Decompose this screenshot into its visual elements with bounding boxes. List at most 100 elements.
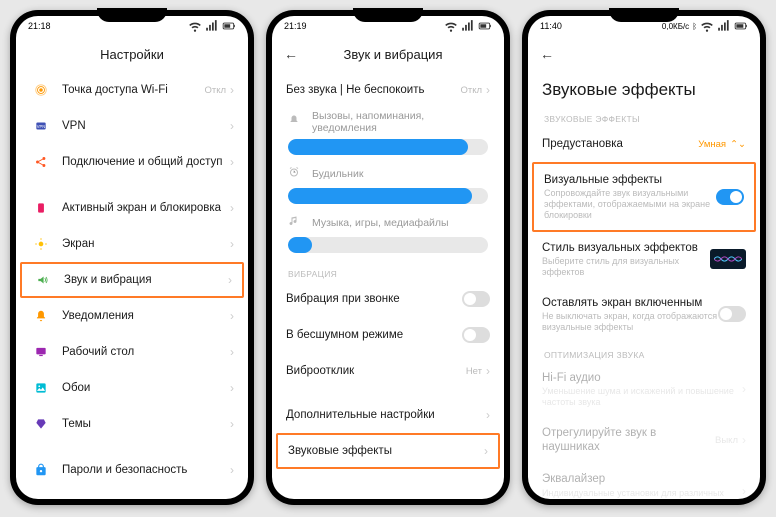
- settings-row-themes[interactable]: Темы ›: [20, 406, 244, 442]
- chevron-icon: ›: [486, 364, 490, 378]
- signal-icon: [461, 19, 475, 33]
- chevron-icon: ›: [230, 309, 234, 323]
- vibration-row[interactable]: ВиброоткликНет ›: [276, 353, 500, 389]
- silent-dnd-label: Без звука | Не беспокоить: [286, 83, 460, 97]
- preset-row[interactable]: ПредустановкаУмная ⌃⌄: [532, 126, 756, 162]
- bell-icon: [288, 113, 304, 131]
- row-label: Стиль визуальных эффектов: [542, 241, 710, 255]
- row-label: Отрегулируйте звук в наушниках: [542, 426, 715, 455]
- row-sublabel: Уменьшение шума и искажений и повышение …: [542, 386, 742, 408]
- settings-row-wallpaper[interactable]: Обои ›: [20, 370, 244, 406]
- security-icon: [30, 463, 52, 477]
- battery-icon: [478, 19, 492, 33]
- settings-row-display[interactable]: Экран ›: [20, 226, 244, 262]
- volume-label: Вызовы, напоминания, уведомления: [312, 110, 488, 134]
- sound-content[interactable]: Без звука | Не беспокоить Откл› Вызовы, …: [272, 72, 504, 499]
- chevron-icon: ›: [742, 433, 746, 447]
- effect-preview-thumbnail: [710, 249, 746, 269]
- status-icons: [188, 19, 236, 33]
- effects-sub-row[interactable]: Оставлять экран включеннымНе выключать э…: [532, 287, 756, 342]
- chevron-icon: ›: [230, 83, 234, 97]
- screen-1: 21:18 Настройки Точка доступа Wi-Fi Откл…: [16, 16, 248, 499]
- settings-row-lockscreen[interactable]: Активный экран и блокировка ›: [20, 190, 244, 226]
- settings-row-vpn[interactable]: VPN VPN ›: [20, 108, 244, 144]
- toggle[interactable]: [716, 189, 744, 205]
- row-label: Виброотклик: [286, 364, 466, 378]
- row-sublabel: Выберите стиль для визуальных эффектов: [542, 256, 710, 278]
- effects-sub-row[interactable]: Стиль визуальных эффектовВыберите стиль …: [532, 232, 756, 287]
- optimization-row: Отрегулируйте звук в наушникахВыкл›: [532, 417, 756, 464]
- status-time: 21:18: [28, 21, 51, 31]
- chevron-icon: ›: [230, 201, 234, 215]
- row-sublabel: Индивидуальные установки для различных т…: [542, 488, 742, 499]
- effects-header: ←: [528, 36, 760, 72]
- volume-label: Будильник: [312, 168, 488, 180]
- bluetooth-icon: ᛒ: [692, 22, 697, 31]
- optimization-row: Hi-Fi аудиоУменьшение шума и искажений и…: [532, 362, 756, 417]
- settings-row-desktop[interactable]: Рабочий стол ›: [20, 334, 244, 370]
- desktop-icon: [30, 345, 52, 359]
- volume-slider[interactable]: [288, 188, 488, 204]
- chevron-icon: ›: [486, 83, 490, 97]
- settings-row-notifications[interactable]: Уведомления ›: [20, 298, 244, 334]
- notch: [97, 8, 167, 22]
- effects-content[interactable]: ЗВУКОВЫЕ ЭФФЕКТЫ ПредустановкаУмная ⌃⌄ В…: [528, 106, 760, 499]
- sound-icon: [32, 273, 54, 287]
- notifications-icon: [30, 309, 52, 323]
- signal-icon: [205, 19, 219, 33]
- settings-row-security[interactable]: Пароли и безопасность ›: [20, 452, 244, 488]
- chevron-icon: ›: [230, 381, 234, 395]
- status-data-speed: 0,0КБ/с: [662, 22, 689, 31]
- row-sublabel: Сопровождайте звук визуальными эффектами…: [544, 188, 716, 220]
- back-icon[interactable]: ←: [540, 46, 554, 62]
- volume-slider[interactable]: [288, 237, 488, 253]
- battery-icon: [734, 19, 748, 33]
- volume-slider[interactable]: [288, 139, 488, 155]
- screen-3: 11:40 0,0КБ/с ᛒ ← Звуковые эффекты ЗВУКО…: [528, 16, 760, 499]
- extra-row[interactable]: Дополнительные настройки›: [276, 397, 500, 433]
- settings-row-value: Откл: [204, 85, 226, 96]
- settings-header: Настройки: [16, 36, 248, 72]
- toggle[interactable]: [462, 291, 490, 307]
- battery-icon: [222, 19, 236, 33]
- settings-row-label: Рабочий стол: [62, 345, 230, 359]
- settings-row-sound[interactable]: Звук и вибрация ›: [20, 262, 244, 298]
- chevron-icon: ›: [230, 119, 234, 133]
- status-time: 21:19: [284, 21, 307, 31]
- settings-row-share-connection[interactable]: Подключение и общий доступ ›: [20, 144, 244, 180]
- chevron-icon: ›: [484, 444, 488, 458]
- row-label: Предустановка: [542, 137, 698, 151]
- dropdown-icon: ⌃⌄: [730, 139, 746, 150]
- vibration-row[interactable]: Вибрация при звонке: [276, 281, 500, 317]
- chevron-icon: ›: [486, 408, 490, 422]
- wallpaper-icon: [30, 381, 52, 395]
- settings-row-label: VPN: [62, 119, 230, 133]
- toggle[interactable]: [718, 306, 746, 322]
- row-value: Нет: [466, 366, 482, 377]
- optimization-row: ЭквалайзерИндивидуальные установки для р…: [532, 463, 756, 499]
- settings-row-wifi-hotspot[interactable]: Точка доступа Wi-Fi Откл ›: [20, 72, 244, 108]
- chevron-icon: ›: [230, 463, 234, 477]
- row-label: Звуковые эффекты: [288, 444, 484, 458]
- page-title: Звуковые эффекты: [528, 72, 760, 106]
- settings-row-label: Точка доступа Wi-Fi: [62, 83, 204, 97]
- toggle[interactable]: [462, 327, 490, 343]
- row-value: Умная: [698, 139, 726, 150]
- volume-label: Музыка, игры, медиафайлы: [312, 217, 488, 229]
- sound-header: ← Звук и вибрация: [272, 36, 504, 72]
- notch: [609, 8, 679, 22]
- settings-row-label: Пароли и безопасность: [62, 463, 230, 477]
- themes-icon: [30, 417, 52, 431]
- status-time: 11:40: [540, 21, 562, 31]
- chevron-icon: ›: [230, 237, 234, 251]
- silent-dnd-row[interactable]: Без звука | Не беспокоить Откл›: [276, 72, 500, 108]
- vibration-row[interactable]: В бесшумном режиме: [276, 317, 500, 353]
- wifi-icon: [444, 19, 458, 33]
- settings-list[interactable]: Точка доступа Wi-Fi Откл › VPN VPN › Подк…: [16, 72, 248, 499]
- svg-text:VPN: VPN: [37, 124, 45, 129]
- volume-row: Музыка, игры, медиафайлы: [276, 212, 500, 234]
- row-label: Дополнительные настройки: [286, 408, 486, 422]
- row-label: Визуальные эффекты: [544, 173, 716, 187]
- extra-row[interactable]: Звуковые эффекты›: [276, 433, 500, 469]
- visual-effects-row[interactable]: Визуальные эффекты Сопровождайте звук ви…: [532, 162, 756, 232]
